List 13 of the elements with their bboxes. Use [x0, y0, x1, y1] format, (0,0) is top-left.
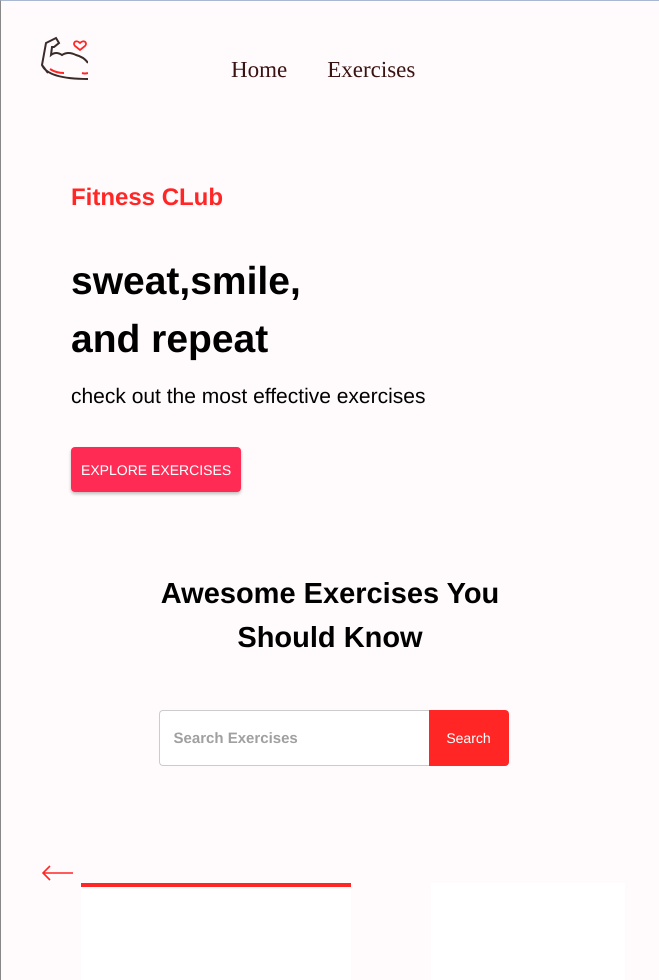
explore-button[interactable]: EXPLORE EXERCISES — [71, 447, 242, 492]
flexed-arm-logo-icon[interactable] — [40, 35, 88, 81]
tagline: Fitness CLub — [71, 183, 224, 213]
exercise-card[interactable] — [81, 883, 351, 980]
nav-link[interactable]: Home — [231, 57, 288, 83]
search-button[interactable]: Search — [428, 710, 508, 766]
left-arrow-icon[interactable] — [42, 865, 74, 881]
headline: sweat,smile, — [71, 259, 301, 305]
nav-link[interactable]: Exercises — [327, 57, 416, 83]
search-field[interactable]: Search Exercises — [158, 710, 428, 766]
headline: and repeat — [71, 317, 268, 363]
subtitle: check out the most effective exercises — [71, 384, 426, 410]
section-title: Awesome Exercises You Should Know — [160, 577, 500, 656]
